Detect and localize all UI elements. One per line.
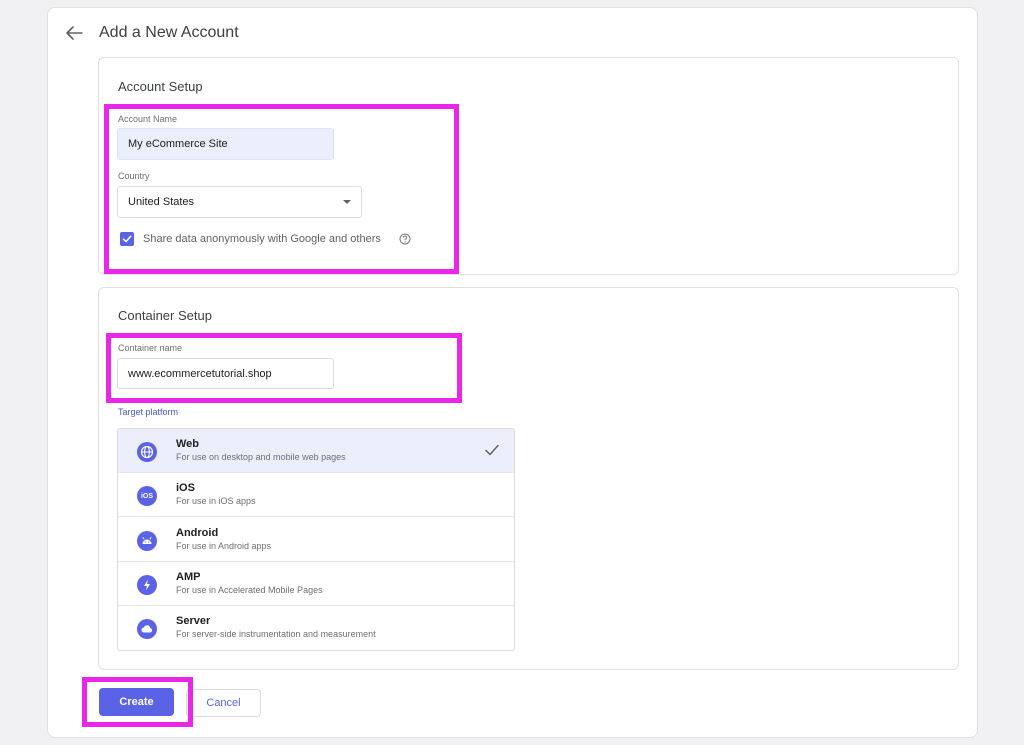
platform-name: Server (176, 615, 211, 627)
platform-description: For use in iOS apps (176, 496, 256, 506)
platform-option-android[interactable]: Android For use in Android apps (118, 518, 514, 562)
section-title: Account Setup (118, 79, 203, 94)
page-title: Add a New Account (99, 24, 239, 41)
target-platform-list: Web For use on desktop and mobile web pa… (117, 428, 515, 651)
android-icon (137, 531, 157, 551)
target-platform-label: Target platform (118, 407, 179, 417)
platform-name: Android (176, 527, 219, 539)
lightning-icon (137, 575, 157, 595)
platform-option-web[interactable]: Web For use on desktop and mobile web pa… (118, 429, 514, 473)
section-title: Container Setup (118, 308, 212, 323)
platform-name: iOS (176, 482, 195, 494)
globe-icon (137, 442, 157, 462)
account-fields-highlight (104, 104, 459, 274)
platform-description: For server-side instrumentation and meas… (176, 629, 376, 639)
platform-option-server[interactable]: Server For server-side instrumentation a… (118, 606, 514, 650)
platform-name: Web (176, 438, 200, 450)
check-icon (485, 444, 499, 456)
platform-option-ios[interactable]: iOS iOS For use in iOS apps (118, 473, 514, 517)
container-name-highlight (106, 333, 462, 403)
ios-badge-text: iOS (140, 492, 154, 500)
platform-description: For use in Accelerated Mobile Pages (176, 585, 323, 595)
platform-description: For use in Android apps (176, 541, 272, 551)
back-arrow-icon[interactable] (64, 24, 84, 42)
create-button-highlight (82, 677, 193, 727)
cancel-button[interactable]: Cancel (186, 689, 261, 717)
platform-option-amp[interactable]: AMP For use in Accelerated Mobile Pages (118, 562, 514, 606)
cloud-icon (137, 619, 157, 639)
platform-description: For use on desktop and mobile web pages (176, 452, 346, 462)
platform-name: AMP (176, 571, 201, 583)
ios-icon: iOS (137, 486, 157, 506)
